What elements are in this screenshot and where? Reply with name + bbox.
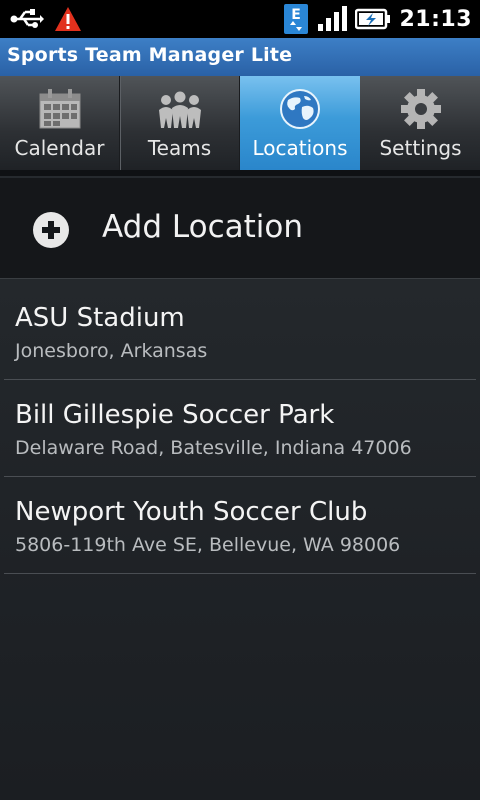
location-name: Bill Gillespie Soccer Park [15,400,335,430]
location-address: Jonesboro, Arkansas [15,340,208,362]
app-title: Sports Team Manager Lite [7,44,293,66]
signal-icon [318,6,348,31]
list-item[interactable]: ASU Stadium Jonesboro, Arkansas [4,283,476,380]
location-name: ASU Stadium [15,303,185,333]
tab-calendar[interactable]: Calendar [0,76,120,170]
location-address: 5806-119th Ave SE, Bellevue, WA 98006 [15,534,401,556]
teams-icon [158,91,201,128]
list-item[interactable]: Newport Youth Soccer Club 5806-119th Ave… [4,477,476,574]
tab-locations-label: Locations [252,136,348,160]
calendar-icon [39,89,80,129]
usb-icon [10,9,44,28]
title-bar: Sports Team Manager Lite [0,38,480,76]
app-screen: E 21:13 Sports Team Manager Lite Calenda… [0,0,480,800]
add-location-label: Add Location [102,209,303,245]
tab-teams[interactable]: Teams [120,76,240,170]
location-address: Delaware Road, Batesville, Indiana 47006 [15,437,412,459]
tab-teams-label: Teams [147,136,212,160]
globe-icon [280,89,320,129]
tab-bar: Calendar Teams Locations Settings [0,76,480,171]
tab-settings[interactable]: Settings [361,76,480,170]
status-clock: 21:13 [399,6,472,32]
tab-calendar-label: Calendar [14,136,105,160]
status-bar: E 21:13 [0,0,480,38]
list-item[interactable]: Bill Gillespie Soccer Park Delaware Road… [4,380,476,477]
battery-charging-icon [355,8,391,30]
tab-settings-label: Settings [379,136,462,160]
location-name: Newport Youth Soccer Club [15,497,368,527]
svg-text:E: E [292,7,302,23]
tab-underline [0,170,480,176]
tab-locations[interactable]: Locations [240,76,360,170]
gear-icon [400,89,441,129]
plus-circle-icon [33,212,69,248]
warning-icon [55,7,81,31]
location-list: ASU Stadium Jonesboro, Arkansas Bill Gil… [0,283,480,574]
network-e-icon: E [284,4,309,34]
